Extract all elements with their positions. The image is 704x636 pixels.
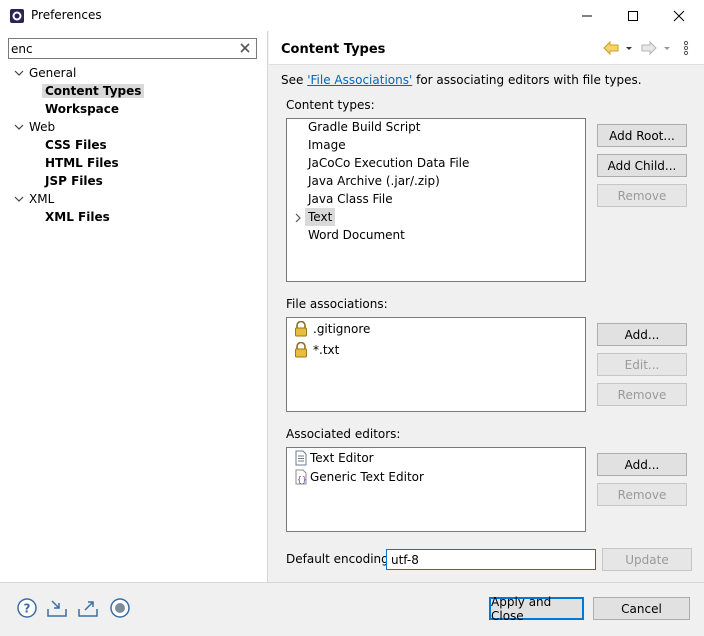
remove-file-association-button[interactable]: Remove bbox=[597, 383, 687, 406]
default-encoding-input[interactable] bbox=[386, 549, 596, 570]
forward-arrow-icon[interactable] bbox=[641, 40, 657, 56]
record-icon[interactable] bbox=[109, 597, 131, 619]
content-type-item-selected[interactable]: Text bbox=[305, 208, 336, 226]
minimize-icon bbox=[582, 15, 592, 16]
generic-editor-icon: {} bbox=[295, 469, 307, 485]
tree-item-css-files[interactable]: CSS Files bbox=[45, 136, 107, 154]
filter-box[interactable] bbox=[8, 38, 257, 59]
remove-editor-button[interactable]: Remove bbox=[597, 483, 687, 506]
minimize-button[interactable] bbox=[564, 0, 610, 31]
default-encoding-label: Default encoding: bbox=[286, 552, 393, 566]
file-associations-label: File associations: bbox=[286, 297, 388, 311]
tree-item-xml-files[interactable]: XML Files bbox=[45, 208, 110, 226]
close-icon bbox=[673, 10, 685, 21]
close-button[interactable] bbox=[656, 0, 702, 31]
content-type-item[interactable]: Word Document bbox=[308, 226, 405, 244]
tree-item-web[interactable]: Web bbox=[29, 118, 55, 136]
tree-item-workspace[interactable]: Workspace bbox=[45, 100, 119, 118]
update-encoding-button[interactable]: Update bbox=[602, 548, 692, 571]
content-type-item[interactable]: Java Archive (.jar/.zip) bbox=[308, 172, 440, 190]
edit-file-association-button[interactable]: Edit... bbox=[597, 353, 687, 376]
apply-and-close-button[interactable]: Apply and Close bbox=[489, 595, 584, 623]
tree-item-general[interactable]: General bbox=[29, 64, 76, 82]
filter-input[interactable] bbox=[11, 40, 231, 57]
file-association-item[interactable]: .gitignore bbox=[313, 320, 370, 338]
back-arrow-icon[interactable] bbox=[603, 40, 619, 56]
import-icon[interactable] bbox=[46, 597, 68, 619]
content-type-item[interactable]: Gradle Build Script bbox=[308, 118, 420, 136]
content-types-label: Content types: bbox=[286, 98, 375, 112]
page-title: Content Types bbox=[281, 42, 386, 57]
preferences-tree-pane bbox=[0, 31, 268, 582]
collapse-xml-icon[interactable] bbox=[14, 194, 24, 204]
lock-icon bbox=[295, 321, 307, 337]
description-text: See 'File Associations' for associating … bbox=[281, 73, 642, 87]
more-options-icon[interactable] bbox=[681, 40, 691, 56]
clear-filter-icon[interactable] bbox=[238, 41, 252, 55]
expand-text-icon[interactable] bbox=[294, 213, 302, 223]
collapse-general-icon[interactable] bbox=[14, 68, 24, 78]
eclipse-app-icon bbox=[10, 9, 24, 23]
remove-content-type-button[interactable]: Remove bbox=[597, 184, 687, 207]
window-title: Preferences bbox=[31, 8, 102, 22]
tree-item-jsp-files[interactable]: JSP Files bbox=[45, 172, 103, 190]
tree-item-xml[interactable]: XML bbox=[29, 190, 54, 208]
file-associations-link[interactable]: 'File Associations' bbox=[307, 73, 412, 87]
collapse-web-icon[interactable] bbox=[14, 122, 24, 132]
lock-icon bbox=[295, 342, 307, 358]
text-editor-icon bbox=[295, 450, 307, 466]
associated-editor-item[interactable]: Text Editor bbox=[310, 449, 374, 467]
content-type-item[interactable]: JaCoCo Execution Data File bbox=[308, 154, 469, 172]
associated-editor-item[interactable]: Generic Text Editor bbox=[310, 468, 424, 486]
content-type-item[interactable]: Image bbox=[308, 136, 346, 154]
cancel-button[interactable]: Cancel bbox=[593, 597, 690, 620]
svg-text:?: ? bbox=[24, 602, 31, 616]
tree-item-content-types[interactable]: Content Types bbox=[42, 82, 145, 100]
content-type-item[interactable]: Java Class File bbox=[308, 190, 393, 208]
add-child-button[interactable]: Add Child... bbox=[597, 154, 687, 177]
forward-dropdown-icon[interactable] bbox=[662, 40, 672, 56]
svg-text:{}: {} bbox=[297, 475, 307, 484]
help-icon[interactable]: ? bbox=[16, 597, 38, 619]
export-icon[interactable] bbox=[77, 597, 99, 619]
back-dropdown-icon[interactable] bbox=[624, 40, 634, 56]
associated-editors-label: Associated editors: bbox=[286, 427, 401, 441]
add-root-button[interactable]: Add Root... bbox=[597, 124, 687, 147]
maximize-button[interactable] bbox=[610, 0, 656, 31]
add-editor-button[interactable]: Add... bbox=[597, 453, 687, 476]
tree-item-html-files[interactable]: HTML Files bbox=[45, 154, 119, 172]
maximize-icon bbox=[628, 10, 638, 21]
file-association-item[interactable]: *.txt bbox=[313, 341, 339, 359]
add-file-association-button[interactable]: Add... bbox=[597, 323, 687, 346]
